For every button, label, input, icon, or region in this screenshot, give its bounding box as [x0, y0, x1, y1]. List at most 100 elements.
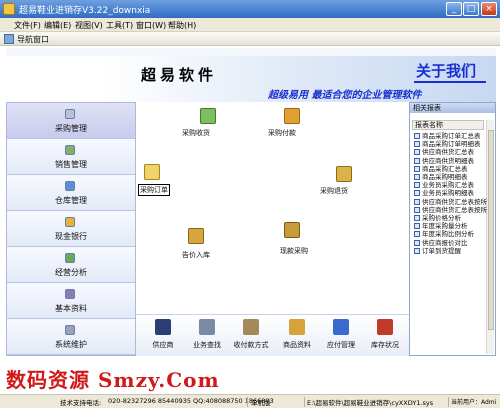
status-user: 当前用户：Admi — [451, 399, 497, 406]
report-icon — [414, 198, 420, 205]
module-label: 现金银行 — [55, 232, 87, 241]
report-item[interactable]: 采购价格分析 — [414, 214, 461, 222]
workflow-label: 现款采购 — [280, 247, 308, 255]
report-item[interactable]: 业务员采购汇总表 — [414, 181, 474, 189]
menu-view[interactable]: 视图(V) — [75, 20, 103, 31]
search-business-icon — [199, 319, 215, 335]
report-item[interactable]: 供应商报价对比 — [414, 239, 468, 247]
supplier-icon — [155, 319, 171, 335]
report-icon — [414, 223, 420, 230]
menu-help[interactable]: 帮助(H) — [168, 20, 196, 31]
workflow-return-goods[interactable]: 采购退货 — [320, 166, 364, 196]
report-item[interactable]: 供应商供货汇总表按所 — [414, 198, 487, 206]
status-phones: 020-82327296 85440935 QQ:408088750 18668… — [108, 397, 274, 405]
status-mode: 单机版 — [251, 399, 271, 407]
module-label: 系统维护 — [55, 340, 87, 349]
report-item[interactable]: 供应商供货汇总表按所 — [414, 206, 487, 214]
warehouse-icon — [65, 181, 75, 191]
system-icon — [65, 325, 75, 335]
reports-column-header[interactable]: 报表名称 — [412, 120, 484, 130]
report-label: 业务员采购明细表 — [422, 189, 474, 198]
module-system[interactable]: 系统维护 — [7, 319, 135, 355]
report-icon — [414, 215, 420, 221]
workflow-cash-purchase[interactable]: 现款采购 — [272, 222, 312, 255]
report-label: 年度采购比例分析 — [422, 230, 474, 239]
report-icon — [414, 133, 420, 139]
quick-supplier[interactable]: 供应商 — [142, 319, 184, 355]
window-title: 超易鞋业进销存V3.22_downxia — [19, 6, 151, 16]
banner-stripe — [6, 48, 496, 56]
about-underline — [414, 81, 486, 83]
report-label: 商品采购汇总表 — [422, 164, 468, 173]
report-item[interactable]: 供应商供货明细表 — [414, 157, 474, 165]
report-item[interactable]: 供应商供货汇总表 — [414, 148, 474, 156]
report-label: 业务员采购汇总表 — [422, 181, 474, 190]
report-icon — [414, 239, 420, 246]
workflow-label: 采购付款 — [268, 129, 296, 137]
about-us-link[interactable]: 关于我们 — [416, 60, 476, 81]
workflow-payment[interactable]: 采购付款 — [268, 108, 312, 138]
module-analysis[interactable]: 经营分析 — [7, 247, 135, 283]
workflow-label: 采购订单 — [138, 184, 170, 196]
quick-goods-data[interactable]: 商品资料 — [276, 319, 318, 355]
status-bar: 技术支持电话: 020-82327296 85440935 QQ:4080887… — [0, 394, 500, 408]
minimize-button[interactable]: _ — [446, 2, 462, 16]
analysis-icon — [65, 253, 75, 263]
quick-inventory[interactable]: 库存状况 — [364, 319, 406, 355]
report-icon — [414, 231, 420, 238]
report-item[interactable]: 年度采购比例分析 — [414, 230, 474, 238]
status-separator — [247, 397, 248, 407]
report-label: 供应商供货汇总表按所 — [422, 205, 487, 214]
report-label: 供应商报价对比 — [422, 238, 468, 247]
workflow-label: 告价入库 — [182, 251, 210, 259]
menu-edit[interactable]: 编辑(E) — [44, 20, 71, 31]
close-button[interactable]: × — [481, 2, 497, 16]
module-cash-bank[interactable]: 现金银行 — [7, 211, 135, 247]
nav-window-label[interactable]: 导航窗口 — [17, 34, 49, 45]
scroll-thumb[interactable] — [488, 130, 494, 330]
module-label: 基本资料 — [55, 304, 87, 313]
report-item[interactable]: 业务员采购明细表 — [414, 189, 474, 197]
title-bar: 超易鞋业进销存V3.22_downxia _ □ × — [0, 0, 500, 18]
quick-label: 库存状况 — [371, 341, 399, 349]
workflow-stock-in[interactable]: 告价入库 — [176, 228, 216, 259]
status-path: E:\超易软件\超易鞋业进销存\cyXXDY1.sys — [307, 399, 434, 407]
module-warehouse[interactable]: 仓库管理 — [7, 175, 135, 211]
workflow-receive-goods[interactable]: 采购收货 — [182, 108, 228, 138]
module-label: 经营分析 — [55, 268, 87, 277]
report-item[interactable]: 商品采购汇总表 — [414, 165, 468, 173]
workflow-purchase-order[interactable]: 采购订单 — [138, 164, 174, 196]
reports-scrollbar[interactable] — [486, 120, 494, 354]
workflow-label: 采购退货 — [320, 187, 348, 195]
report-item[interactable]: 订单到货提醒 — [414, 247, 461, 255]
watermark: 数码资源 Smzy.Com — [6, 368, 220, 392]
report-item[interactable]: 年度采购量分析 — [414, 222, 468, 230]
quick-search-business[interactable]: 业务查找 — [186, 319, 228, 355]
module-purchase[interactable]: 采购管理 — [7, 103, 135, 139]
maximize-button[interactable]: □ — [463, 2, 479, 16]
reports-header: 相关报表 — [410, 103, 495, 113]
report-label: 供应商供货汇总表按所 — [422, 197, 487, 206]
quick-payable[interactable]: 应付管理 — [320, 319, 362, 355]
report-icon — [414, 247, 420, 254]
report-icon — [414, 174, 420, 180]
workflow-area: 采购收货 采购付款 采购订单 采购退货 告价入库 现款采购 — [136, 102, 409, 314]
report-item[interactable]: 商品采购明细表 — [414, 173, 468, 181]
purchase-order-icon — [144, 164, 160, 180]
report-icon — [414, 190, 420, 197]
report-icon — [414, 149, 420, 156]
return-goods-icon — [336, 166, 352, 182]
menu-window[interactable]: 窗口(W) — [136, 20, 166, 31]
report-label: 采购价格分析 — [422, 214, 461, 222]
report-item[interactable]: 商品采购订单汇总表 — [414, 132, 481, 140]
workflow-label: 采购收货 — [182, 129, 210, 137]
menu-tools[interactable]: 工具(T) — [106, 20, 133, 31]
slogan: 超级易用 最适合您的企业管理软件 — [268, 90, 422, 101]
menu-file[interactable]: 文件(F) — [14, 20, 41, 31]
report-label: 供应商供货汇总表 — [422, 148, 474, 157]
module-basic-data[interactable]: 基本资料 — [7, 283, 135, 319]
quick-pay-method[interactable]: 收付款方式 — [230, 319, 272, 355]
report-item[interactable]: 商品采购订单明细表 — [414, 140, 481, 148]
goods-data-icon — [289, 319, 305, 335]
module-sales[interactable]: 销售管理 — [7, 139, 135, 175]
